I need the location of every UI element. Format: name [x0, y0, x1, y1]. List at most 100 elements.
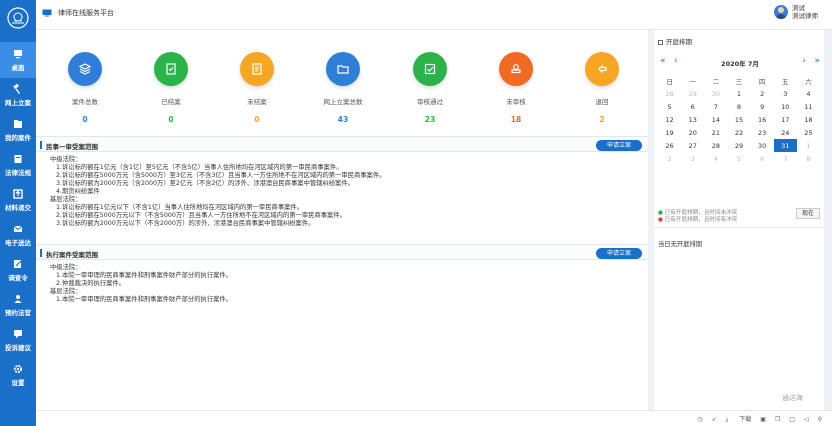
monitor-icon — [42, 9, 52, 17]
calendar-day[interactable]: 29 — [727, 139, 750, 152]
civil-apply-button[interactable]: 申请立案 — [596, 140, 642, 151]
scope-line: 中级法院： — [50, 156, 82, 163]
calendar-day[interactable]: 10 — [774, 100, 797, 113]
exec-apply-button[interactable]: 申请立案 — [596, 248, 642, 259]
sidebar-item-5[interactable]: 材料递交 — [0, 182, 36, 218]
calendar-day[interactable]: 2 — [751, 87, 774, 100]
calendar-day[interactable]: 1 — [797, 139, 820, 152]
calendar-day[interactable]: 30 — [751, 139, 774, 152]
exec-section-header: 执行案件受案范围 申请立案 — [36, 244, 648, 260]
weekday-header: 三 — [735, 77, 743, 86]
stat-card[interactable]: 已结案 0 — [141, 52, 201, 124]
stat-card[interactable]: 未结案 0 — [227, 52, 287, 124]
weekday-header: 六 — [805, 77, 812, 86]
search-icon[interactable]: ⚲ — [818, 416, 822, 423]
user-menu[interactable]: 测试 测试律师 — [774, 4, 818, 20]
calendar-day[interactable]: 16 — [751, 113, 774, 126]
stat-card[interactable]: 案件总数 0 — [55, 52, 115, 124]
calendar-day[interactable]: 8 — [727, 100, 750, 113]
calendar-day[interactable]: 2 — [658, 152, 681, 165]
stat-value: 18 — [510, 115, 522, 124]
calendar-day[interactable]: 24 — [774, 126, 797, 139]
calendar-day[interactable]: 5 — [727, 152, 750, 165]
calendar-day[interactable]: 29 — [681, 87, 704, 100]
sidebar-item-3[interactable]: 我的案件 — [0, 112, 36, 148]
calendar-day[interactable]: 4 — [797, 87, 820, 100]
sidebar-item-8[interactable]: 预约法官 — [0, 287, 36, 323]
stat-card[interactable]: 网上立案总数 43 — [313, 52, 373, 124]
person-icon — [14, 294, 22, 303]
divider — [654, 227, 824, 228]
download-button[interactable]: ⤓ 下载 — [726, 414, 752, 424]
legend-dot-red: ● — [658, 217, 663, 223]
checkbox-icon — [424, 63, 436, 75]
window-icon[interactable]: □ — [789, 416, 795, 423]
stat-card[interactable]: 退回 2 — [572, 52, 632, 124]
sidebar-item-9[interactable]: 投诉建议 — [0, 322, 36, 358]
calendar-day[interactable]: 21 — [704, 126, 727, 139]
speaker-icon[interactable]: ◁ — [804, 416, 809, 423]
calendar-day[interactable]: 14 — [704, 113, 727, 126]
sidebar-item-4[interactable]: 法律法规 — [0, 147, 36, 183]
clock-icon[interactable]: ◷ — [697, 416, 702, 423]
stat-card[interactable]: 审核通过 23 — [400, 52, 460, 124]
calendar-day[interactable]: 22 — [727, 126, 750, 139]
scope-line: 基层法院： — [50, 288, 82, 295]
today-button[interactable]: 现在 — [796, 208, 820, 219]
calendar-day[interactable]: 7 — [774, 152, 797, 165]
calendar-day[interactable]: 12 — [658, 113, 681, 126]
scope-line: 1.诉讼标的额在1亿元（含1亿）至5亿元（不含5亿）当事人住所地均在河区域内的第… — [56, 164, 343, 171]
image-icon[interactable]: ▣ — [760, 416, 766, 423]
legend-no-conflict: 已有开庭排期，且时间未冲突 — [664, 210, 738, 216]
calendar-day[interactable]: 20 — [681, 126, 704, 139]
weekday-header: 四 — [758, 77, 766, 86]
vendor-watermark: 通达海 — [782, 394, 803, 402]
calendar-day[interactable]: 6 — [751, 152, 774, 165]
sidebar-item-7[interactable]: 调查令 — [0, 252, 36, 288]
calendar-day[interactable]: 6 — [681, 100, 704, 113]
next-year-icon[interactable]: » — [814, 56, 820, 66]
calendar-day[interactable]: 25 — [797, 126, 820, 139]
calendar-day[interactable]: 7 — [704, 100, 727, 113]
calendar-day[interactable]: 18 — [797, 113, 820, 126]
scope-line: 3.诉讼标的额为2000万元以下（不含2000万）的涉外、涉港澳台民商事案中管辖… — [56, 220, 315, 227]
stat-value: 0 — [82, 115, 88, 124]
calendar-day[interactable]: 11 — [797, 100, 820, 113]
sidebar-item-10[interactable]: 设置 — [0, 357, 36, 393]
calendar-day[interactable]: 26 — [658, 139, 681, 152]
stat-card[interactable]: 未审核 18 — [486, 52, 546, 124]
calendar-day[interactable]: 19 — [658, 126, 681, 139]
calendar-day[interactable]: 28 — [704, 139, 727, 152]
calendar-day[interactable]: 27 — [681, 139, 704, 152]
calendar-day[interactable]: 15 — [727, 113, 750, 126]
calendar-day[interactable]: 1 — [727, 87, 750, 100]
calendar-day[interactable]: 23 — [751, 126, 774, 139]
rocket-icon[interactable]: ➶ — [712, 416, 717, 423]
sidebar-item-1[interactable]: 桌面 — [0, 42, 36, 78]
calendar-day[interactable]: 31 — [773, 139, 797, 152]
stat-label: 网上立案总数 — [323, 98, 363, 106]
calendar-day[interactable]: 3 — [774, 87, 797, 100]
avatar[interactable] — [774, 5, 788, 19]
scope-line: 2.仲裁裁决的执行案件。 — [56, 280, 125, 287]
calendar-day[interactable]: 30 — [704, 87, 727, 100]
scope-line: 4.期货纠纷案件 — [56, 188, 100, 195]
sidebar-item-2[interactable]: 网上立案 — [0, 77, 36, 113]
calendar-day[interactable]: 9 — [751, 100, 774, 113]
sidebar-item-6[interactable]: 电子送达 — [0, 217, 36, 253]
calendar-day[interactable]: 8 — [797, 152, 820, 165]
calendar-nav: « ‹ 2020年 7月 › » — [660, 56, 820, 68]
sidebar-item-label: 我的案件 — [5, 133, 31, 142]
calendar-day[interactable]: 3 — [681, 152, 704, 165]
stat-circle — [413, 52, 447, 86]
calendar-day[interactable]: 28 — [658, 87, 681, 100]
calendar-day[interactable]: 4 — [704, 152, 727, 165]
stat-value: 0 — [168, 115, 174, 124]
sidebar-item-label: 网上立案 — [5, 98, 31, 107]
calendar-day[interactable]: 17 — [774, 113, 797, 126]
calendar-day[interactable]: 13 — [681, 113, 704, 126]
next-month-icon[interactable]: › — [802, 56, 806, 66]
copy-icon[interactable]: ❐ — [775, 416, 780, 423]
calendar-day[interactable]: 5 — [658, 100, 681, 113]
scope-line: 3.诉讼标的额为2000万元（含2000万）至2亿元（不含2亿）的涉外、涉港澳台… — [56, 180, 354, 187]
